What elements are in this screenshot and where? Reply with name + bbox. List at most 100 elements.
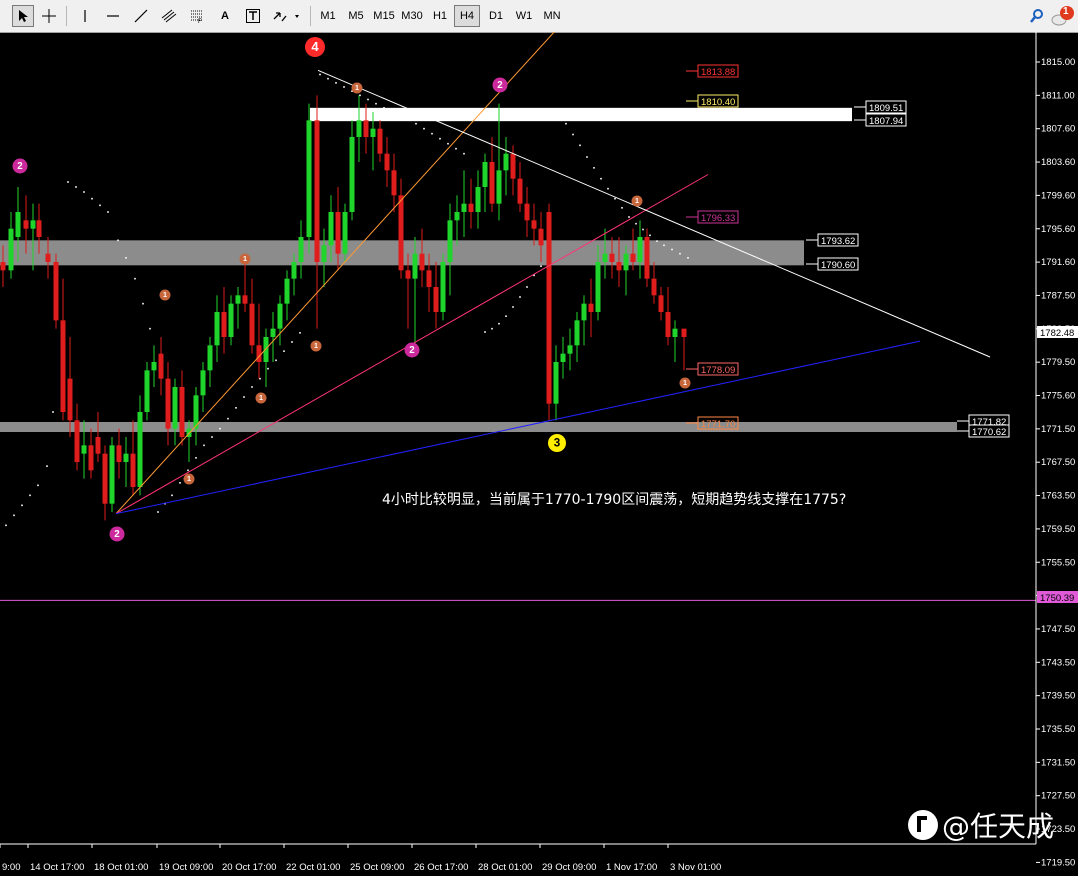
timeframe-d1-button[interactable]: D1 — [483, 5, 509, 27]
timeframe-m5-button[interactable]: M5 — [343, 5, 369, 27]
sar-dot — [171, 494, 173, 497]
zone-label[interactable]: 1793.62 — [806, 233, 859, 247]
level-label[interactable]: 1796.33 — [686, 210, 739, 224]
wave-label-text: 1 — [259, 394, 263, 402]
sar-dot — [203, 444, 205, 447]
level-price: 1810.40 — [701, 97, 735, 108]
time-tick-label: 20 Oct 17:00 — [222, 862, 276, 873]
zone-price: 1770.62 — [972, 427, 1006, 438]
cursor-tool-icon[interactable] — [12, 5, 34, 27]
sar-dot — [283, 350, 285, 352]
sar-dot — [505, 315, 507, 317]
sar-dot — [83, 191, 85, 193]
wave-label-2: 2 — [12, 158, 28, 174]
vertical-line-tool-icon[interactable] — [74, 5, 96, 27]
candle-body — [482, 162, 488, 187]
channel-tool-icon[interactable] — [158, 5, 180, 27]
price-tick-label: 1763.50 — [1041, 491, 1075, 502]
candle-body — [298, 237, 304, 262]
candle-body — [553, 362, 559, 404]
candle-body — [165, 378, 171, 429]
sar-dot — [586, 156, 588, 158]
candle-body — [151, 362, 157, 371]
sar-dot — [99, 204, 101, 207]
search-icon[interactable] — [1026, 5, 1048, 27]
candle-body — [574, 320, 580, 346]
timeframe-m30-button[interactable]: M30 — [399, 5, 425, 27]
candle-body — [496, 170, 502, 204]
zone-price: 1790.60 — [821, 260, 855, 271]
sar-dot — [439, 137, 441, 140]
level-label[interactable]: 1810.40 — [686, 94, 739, 108]
level-label[interactable]: 1778.09 — [686, 362, 739, 376]
price-tick-label: 1727.50 — [1041, 791, 1075, 802]
candle-body — [200, 370, 206, 396]
zone-label[interactable]: 1807.94 — [854, 113, 907, 127]
sar-dot — [359, 94, 361, 97]
sar-dot — [519, 296, 521, 298]
sar-dot — [75, 186, 77, 188]
candle-body — [651, 278, 657, 296]
price-chart[interactable]: 4 3 2 2 2 2 1 1 1 1 1 1 1 1 1813.88 1810.40 1796.33 1778.… — [0, 32, 1078, 876]
fibonacci-tool-icon[interactable]: F — [186, 5, 208, 27]
timeframe-h4-button[interactable]: H4 — [454, 5, 480, 27]
candle-body — [249, 303, 255, 346]
sar-dot — [211, 436, 213, 438]
orange-trendline[interactable] — [115, 32, 580, 515]
price-tick-label: 1807.60 — [1041, 124, 1075, 135]
text-label-tool-icon[interactable] — [242, 5, 264, 27]
sar-dot — [91, 197, 93, 200]
price-tick-label: 1739.50 — [1041, 691, 1075, 702]
zone-label[interactable]: 1809.51 — [854, 100, 907, 114]
candle-body — [644, 237, 650, 279]
sar-dot — [649, 234, 651, 237]
price-tick-label: 1731.50 — [1041, 757, 1075, 768]
line-price-label: 1750.39 — [1040, 593, 1074, 604]
sar-dot — [275, 359, 277, 362]
level-label[interactable]: 1813.88 — [686, 64, 739, 78]
text-tool-icon[interactable]: A — [214, 5, 236, 27]
candle-body — [581, 303, 587, 321]
wave-label-2: 2 — [109, 526, 125, 542]
wave-label-1: 1 — [255, 392, 267, 404]
wave-label-text: 1 — [243, 255, 247, 263]
sar-dot — [259, 377, 261, 380]
candle-body — [412, 253, 418, 279]
range-bottom-zone[interactable] — [0, 422, 957, 432]
candle-body — [538, 228, 544, 246]
sar-dot — [526, 286, 528, 288]
zone-label[interactable]: 1770.62 — [957, 424, 1010, 438]
candle-body — [306, 120, 312, 237]
resistance-zone[interactable] — [310, 107, 852, 122]
price-tick-label: 1719.50 — [1041, 857, 1075, 868]
timeframe-m1-button[interactable]: M1 — [315, 5, 341, 27]
candle-body — [363, 120, 369, 137]
trendline-tool-icon[interactable] — [130, 5, 152, 27]
candle-body — [15, 212, 21, 237]
sar-dot — [540, 265, 542, 267]
candle-body — [567, 345, 573, 354]
sar-dot — [579, 144, 581, 147]
timeframe-m15-button[interactable]: M15 — [371, 5, 397, 27]
crosshair-tool-icon[interactable] — [38, 5, 60, 27]
zone-label[interactable]: 1790.60 — [806, 257, 859, 271]
timeframe-mn-button[interactable]: MN — [539, 5, 565, 27]
candle-body — [419, 253, 425, 271]
wave-label-1: 1 — [631, 195, 643, 207]
notifications-icon[interactable]: 1 — [1050, 5, 1076, 27]
horizontal-line-tool-icon[interactable] — [102, 5, 124, 27]
sar-dot — [227, 417, 229, 420]
sar-dot — [423, 127, 425, 130]
sar-dot — [431, 132, 433, 135]
candle-body — [503, 153, 509, 171]
candle-body — [137, 412, 143, 487]
timeframe-h1-button[interactable]: H1 — [427, 5, 453, 27]
timeframe-w1-button[interactable]: W1 — [511, 5, 537, 27]
sar-dot — [491, 327, 493, 330]
sar-dot — [235, 407, 237, 409]
wave-label-text: 1 — [163, 291, 167, 299]
wave-label-text: 2 — [409, 345, 415, 356]
wave-label-text: 1 — [355, 84, 359, 92]
candle-body — [384, 153, 390, 171]
arrows-tool-icon[interactable] — [270, 5, 304, 27]
